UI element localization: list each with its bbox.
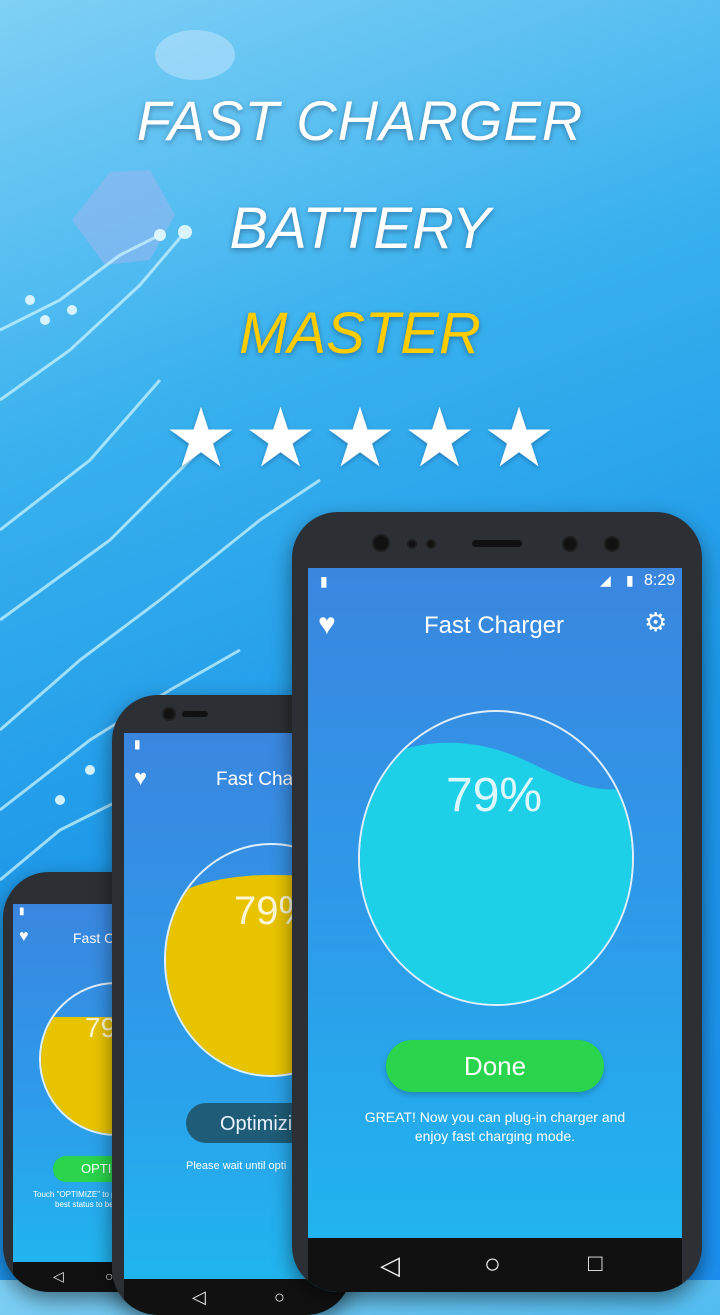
phone-front-camera [562, 536, 578, 552]
app-title: Fast Charger [424, 612, 565, 639]
rating-stars: ★★★★★ [0, 398, 720, 480]
battery-wave [360, 742, 632, 1004]
phone-mockup-main: ▮ ◢ ▮ 8:29 ♥ Fast Charger ⚙ 79% Done GRE… [292, 512, 702, 1292]
home-icon[interactable]: ○ [484, 1248, 501, 1280]
star-icon: ★ [164, 391, 238, 486]
status-message: GREAT! Now you can plug-in charger and e… [328, 1108, 662, 1146]
signal-icon: ◢ [600, 572, 611, 588]
gear-icon[interactable]: ⚙ [644, 608, 667, 638]
promo-title-line1: FAST CHARGER [136, 89, 584, 152]
hint-line2: best status to be [55, 1200, 114, 1209]
phone-sensor [407, 539, 417, 549]
hint-line1: Touch "OPTIMIZE" to p [33, 1190, 116, 1199]
star-icon: ★ [323, 391, 397, 486]
optimize-label: Optimizi [220, 1113, 293, 1135]
battery-gauge [358, 710, 634, 1006]
phone-camera [372, 534, 390, 552]
android-icon: ▮ [320, 573, 328, 589]
battery-status-icon: ▮ [626, 572, 634, 588]
star-icon: ★ [402, 391, 477, 486]
back-icon[interactable]: ◁ [192, 1287, 206, 1308]
star-icon: ★ [482, 391, 556, 486]
done-label: Done [463, 1051, 527, 1081]
phone-front-camera [604, 536, 620, 552]
message-line1: GREAT! Now you can plug-in charger and [364, 1109, 626, 1125]
done-button[interactable]: Done [386, 1040, 604, 1092]
battery-percent: 79% [446, 769, 543, 822]
phone-camera [162, 707, 176, 721]
status-bar: ▮ ◢ ▮ 8:29 [308, 568, 682, 598]
star-icon: ★ [243, 391, 318, 486]
back-icon[interactable]: ◁ [380, 1250, 400, 1281]
phone-speaker [472, 540, 522, 547]
app-title: Fast Cha [216, 769, 294, 790]
heart-icon: ♥ [19, 928, 29, 945]
message-line2: enjoy fast charging mode. [414, 1128, 576, 1144]
status-time: 8:29 [644, 572, 676, 589]
wait-text: Please wait until opti [186, 1160, 287, 1172]
back-icon[interactable]: ◁ [53, 1268, 64, 1285]
phone-main-screen: ▮ ◢ ▮ 8:29 ♥ Fast Charger ⚙ 79% Done GRE… [308, 568, 682, 1292]
recents-icon[interactable]: □ [588, 1250, 603, 1278]
phone-speaker [182, 711, 208, 717]
android-icon: ▮ [134, 737, 141, 751]
promo-title-line3: MASTER [239, 301, 481, 366]
promo-title-line2: BATTERY [229, 196, 491, 261]
heart-icon[interactable]: ♥ [318, 608, 336, 642]
nav-bar: ◁ ○ □ [308, 1238, 682, 1292]
phone-sensor [426, 539, 436, 549]
home-icon[interactable]: ○ [274, 1287, 285, 1308]
android-icon: ▮ [19, 906, 25, 917]
heart-icon: ♥ [134, 765, 148, 790]
